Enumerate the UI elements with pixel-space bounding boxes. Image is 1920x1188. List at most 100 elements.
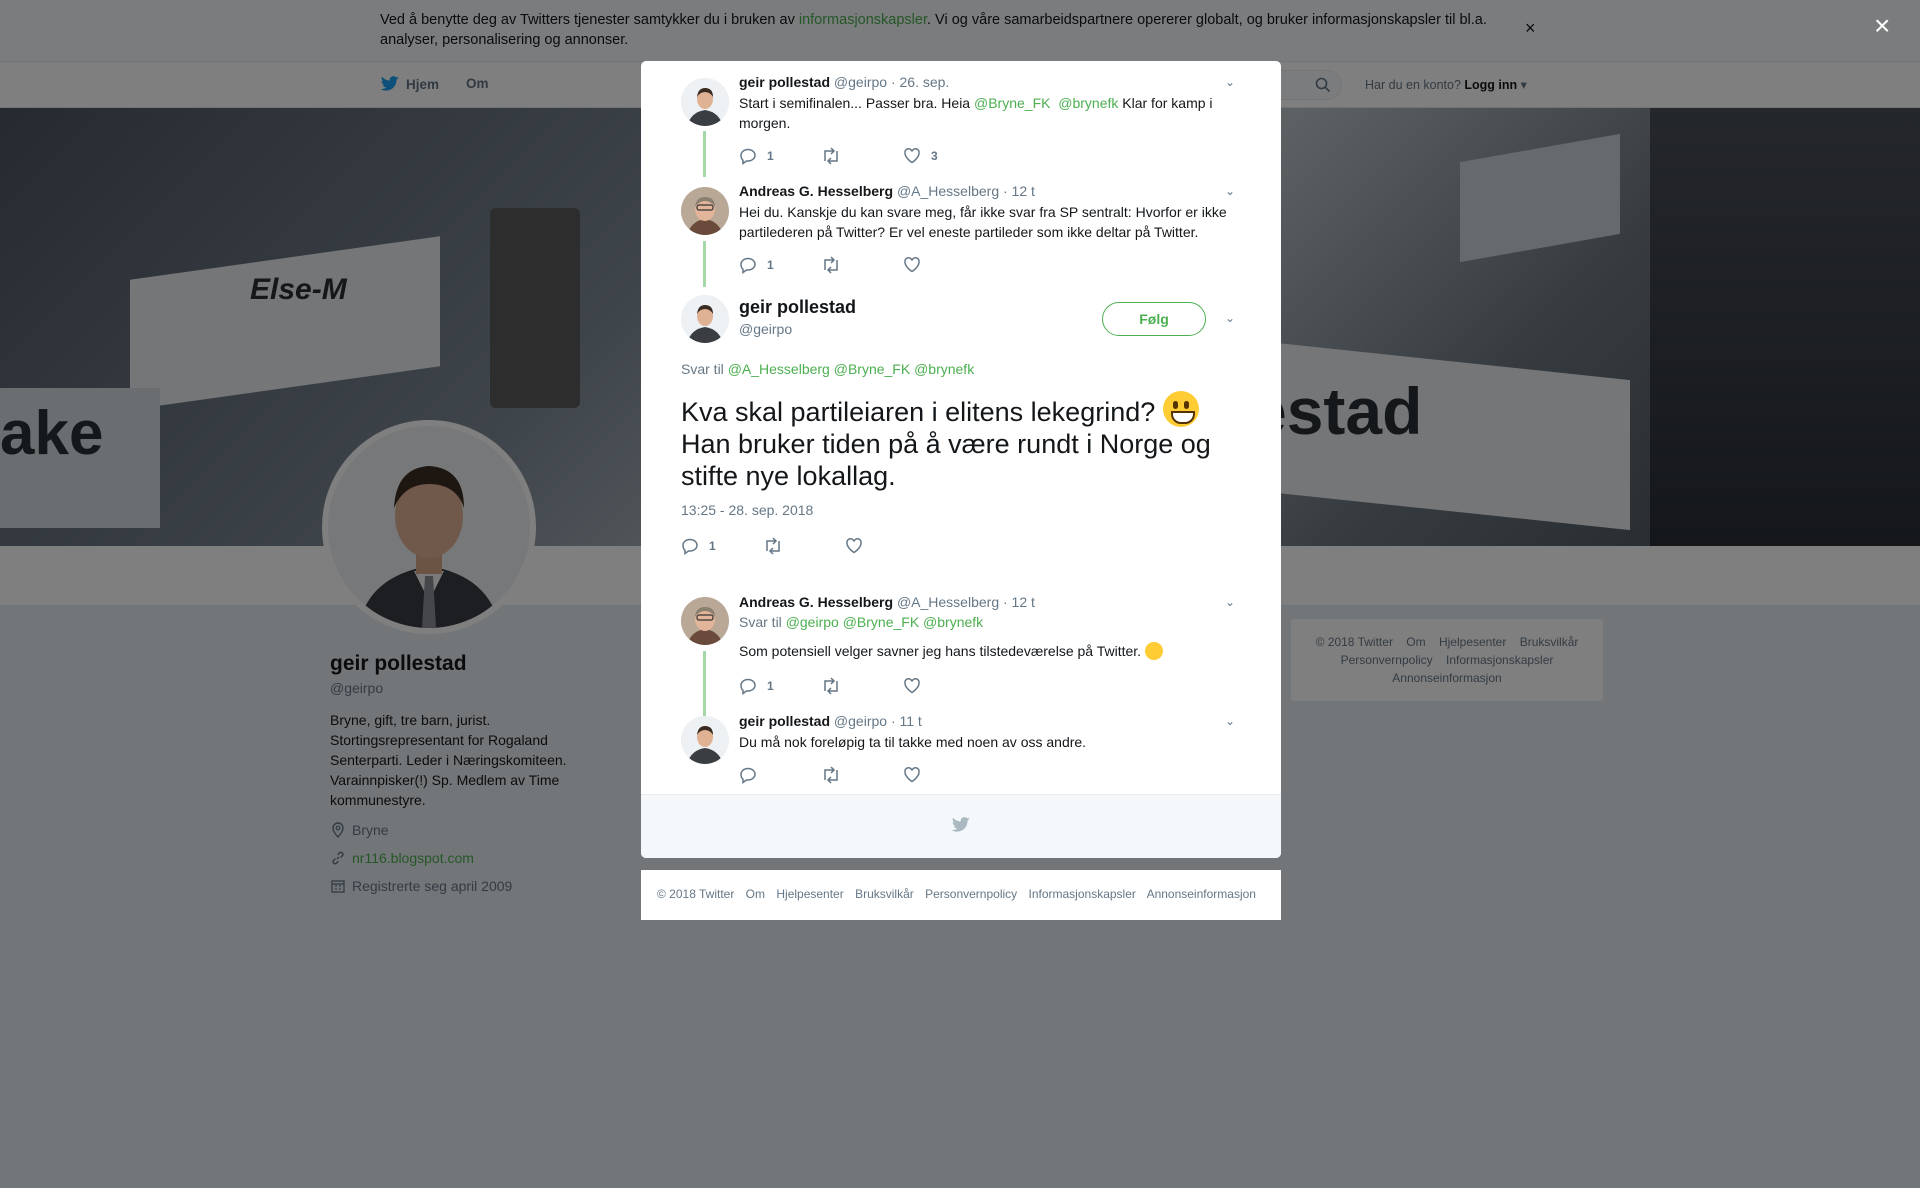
tweet-author-handle[interactable]: @A_Hesselberg bbox=[897, 183, 999, 199]
like-button[interactable] bbox=[903, 256, 985, 274]
mention-link[interactable]: @Bryne_FK bbox=[974, 95, 1050, 111]
heart-icon bbox=[903, 256, 921, 274]
like-button[interactable] bbox=[845, 537, 927, 555]
chevron-down-icon[interactable]: ⌄ bbox=[1225, 714, 1235, 728]
retweet-icon bbox=[821, 766, 841, 784]
retweet-icon bbox=[821, 256, 841, 274]
thread-line bbox=[703, 241, 706, 287]
tweet-text: Start i semifinalen... Passer bra. Heia … bbox=[739, 93, 1239, 133]
tweet-author-name[interactable]: Andreas G. Hesselberg bbox=[739, 594, 893, 610]
heart-icon bbox=[903, 147, 921, 165]
footer-link-privacy[interactable]: Personvernpolicy bbox=[925, 887, 1017, 901]
mention-link[interactable]: @brynefk bbox=[1058, 95, 1118, 111]
reply-count: 1 bbox=[767, 679, 774, 693]
retweet-icon bbox=[821, 147, 841, 165]
reply-button[interactable] bbox=[739, 766, 821, 784]
reply-count: 1 bbox=[767, 258, 774, 272]
reply-icon bbox=[739, 147, 757, 165]
tweet-author-handle[interactable]: @geirpo bbox=[834, 74, 887, 90]
thread-line bbox=[703, 651, 706, 717]
reply-button[interactable]: 1 bbox=[739, 677, 821, 695]
chevron-down-icon[interactable]: ⌄ bbox=[1225, 75, 1235, 89]
tweet-header: Andreas G. Hesselberg @A_Hesselberg · 12… bbox=[739, 594, 1035, 610]
thread-line bbox=[703, 131, 706, 177]
avatar[interactable] bbox=[681, 597, 729, 645]
reply-icon bbox=[739, 766, 757, 784]
chevron-down-icon[interactable]: ⌄ bbox=[1225, 311, 1235, 325]
like-button[interactable] bbox=[903, 766, 985, 784]
tweet-author-name[interactable]: geir pollestad bbox=[739, 713, 830, 729]
avatar[interactable] bbox=[681, 78, 729, 126]
tweet-author-name[interactable]: geir pollestad bbox=[739, 74, 830, 90]
relieved-face-emoji-icon bbox=[1144, 642, 1163, 660]
retweet-button[interactable] bbox=[821, 147, 903, 165]
like-button[interactable] bbox=[903, 677, 985, 695]
like-count: 3 bbox=[931, 149, 938, 163]
close-icon[interactable]: × bbox=[1874, 10, 1890, 42]
reply-count: 1 bbox=[709, 539, 716, 553]
retweet-button[interactable] bbox=[821, 766, 903, 784]
twitter-bird-icon bbox=[951, 817, 971, 833]
retweet-button[interactable] bbox=[821, 256, 903, 274]
tweet-text: Du må nok foreløpig ta til takke med noe… bbox=[739, 734, 1087, 750]
tweet-header: Andreas G. Hesselberg @A_Hesselberg · 12… bbox=[739, 183, 1035, 199]
modal-footer: © 2018 Twitter Om Hjelpesenter Bruksvilk… bbox=[641, 870, 1281, 920]
chevron-down-icon[interactable]: ⌄ bbox=[1225, 184, 1235, 198]
tweet-time[interactable]: · 12 t bbox=[1003, 183, 1035, 199]
reply-to-mentions[interactable]: @A_Hesselberg @Bryne_FK @brynefk bbox=[728, 361, 975, 377]
tweet-author-handle[interactable]: @A_Hesselberg bbox=[897, 594, 999, 610]
footer-link-ads[interactable]: Annonseinformasjon bbox=[1147, 887, 1256, 901]
tweet-author-handle[interactable]: @geirpo bbox=[834, 713, 887, 729]
reply-button[interactable]: 1 bbox=[681, 537, 763, 555]
tweet-header: geir pollestad @geirpo · 11 t bbox=[739, 713, 922, 729]
main-tweet-timestamp[interactable]: 13:25 - 28. sep. 2018 bbox=[681, 502, 813, 518]
footer-copyright: © 2018 Twitter bbox=[657, 887, 735, 901]
avatar[interactable] bbox=[681, 187, 729, 235]
reply-to-mentions[interactable]: @geirpo @Bryne_FK @brynefk bbox=[786, 614, 984, 630]
tweet-header: geir pollestad @geirpo · 26. sep. bbox=[739, 74, 949, 90]
main-tweet-author-handle[interactable]: @geirpo bbox=[739, 321, 792, 337]
tweet-actions bbox=[739, 766, 985, 784]
heart-icon bbox=[903, 766, 921, 784]
main-reply-to: Svar til @A_Hesselberg @Bryne_FK @brynef… bbox=[681, 361, 974, 377]
footer-link-cookies[interactable]: Informasjonskapsler bbox=[1029, 887, 1136, 901]
grinning-face-emoji-icon bbox=[1162, 391, 1199, 427]
follow-button[interactable]: Følg bbox=[1102, 302, 1206, 336]
tweet-author-name[interactable]: Andreas G. Hesselberg bbox=[739, 183, 893, 199]
reply-count: 1 bbox=[767, 149, 774, 163]
retweet-button[interactable] bbox=[821, 677, 903, 695]
tweet-actions: 1 3 bbox=[739, 147, 985, 165]
avatar[interactable] bbox=[681, 716, 729, 764]
tweet-time[interactable]: · 11 t bbox=[891, 713, 922, 729]
tweet-time[interactable]: · 12 t bbox=[1003, 594, 1035, 610]
main-tweet-text-line2: Han bruker tiden på å være rundt i Norge… bbox=[681, 429, 1211, 491]
reply-to: Svar til @geirpo @Bryne_FK @brynefk bbox=[739, 614, 983, 630]
tweet-time[interactable]: · 26. sep. bbox=[891, 74, 949, 90]
retweet-button[interactable] bbox=[763, 537, 845, 555]
main-tweet-text-line1: Kva skal partileiaren i elitens lekegrin… bbox=[681, 397, 1156, 427]
reply-to-label: Svar til bbox=[739, 614, 782, 630]
reply-to-label: Svar til bbox=[681, 361, 724, 377]
reply-icon bbox=[681, 537, 699, 555]
retweet-icon bbox=[821, 677, 841, 695]
tweet-actions: 1 bbox=[739, 256, 985, 274]
reply-icon bbox=[739, 677, 757, 695]
tweet-text-part: Start i semifinalen... Passer bra. Heia bbox=[739, 95, 974, 111]
tweet-modal: geir pollestad @geirpo · 26. sep. ⌄ Star… bbox=[641, 61, 1281, 858]
tweet-actions: 1 bbox=[739, 677, 985, 695]
main-tweet-actions: 1 bbox=[681, 537, 927, 555]
like-button[interactable]: 3 bbox=[903, 147, 985, 165]
footer-link-about[interactable]: Om bbox=[746, 887, 765, 901]
main-tweet-author-name[interactable]: geir pollestad bbox=[739, 297, 856, 318]
main-tweet-text: Kva skal partileiaren i elitens lekegrin… bbox=[681, 391, 1251, 492]
reply-button[interactable]: 1 bbox=[739, 256, 821, 274]
footer-link-terms[interactable]: Bruksvilkår bbox=[855, 887, 914, 901]
retweet-icon bbox=[763, 537, 783, 555]
tweet-text: Som potensiell velger savner jeg hans ti… bbox=[739, 641, 1239, 661]
modal-bottom-bar bbox=[641, 794, 1281, 858]
chevron-down-icon[interactable]: ⌄ bbox=[1225, 595, 1235, 609]
footer-link-help[interactable]: Hjelpesenter bbox=[776, 887, 843, 901]
reply-button[interactable]: 1 bbox=[739, 147, 821, 165]
tweet-text: Hei du. Kanskje du kan svare meg, får ik… bbox=[739, 204, 1227, 240]
avatar[interactable] bbox=[681, 295, 729, 343]
